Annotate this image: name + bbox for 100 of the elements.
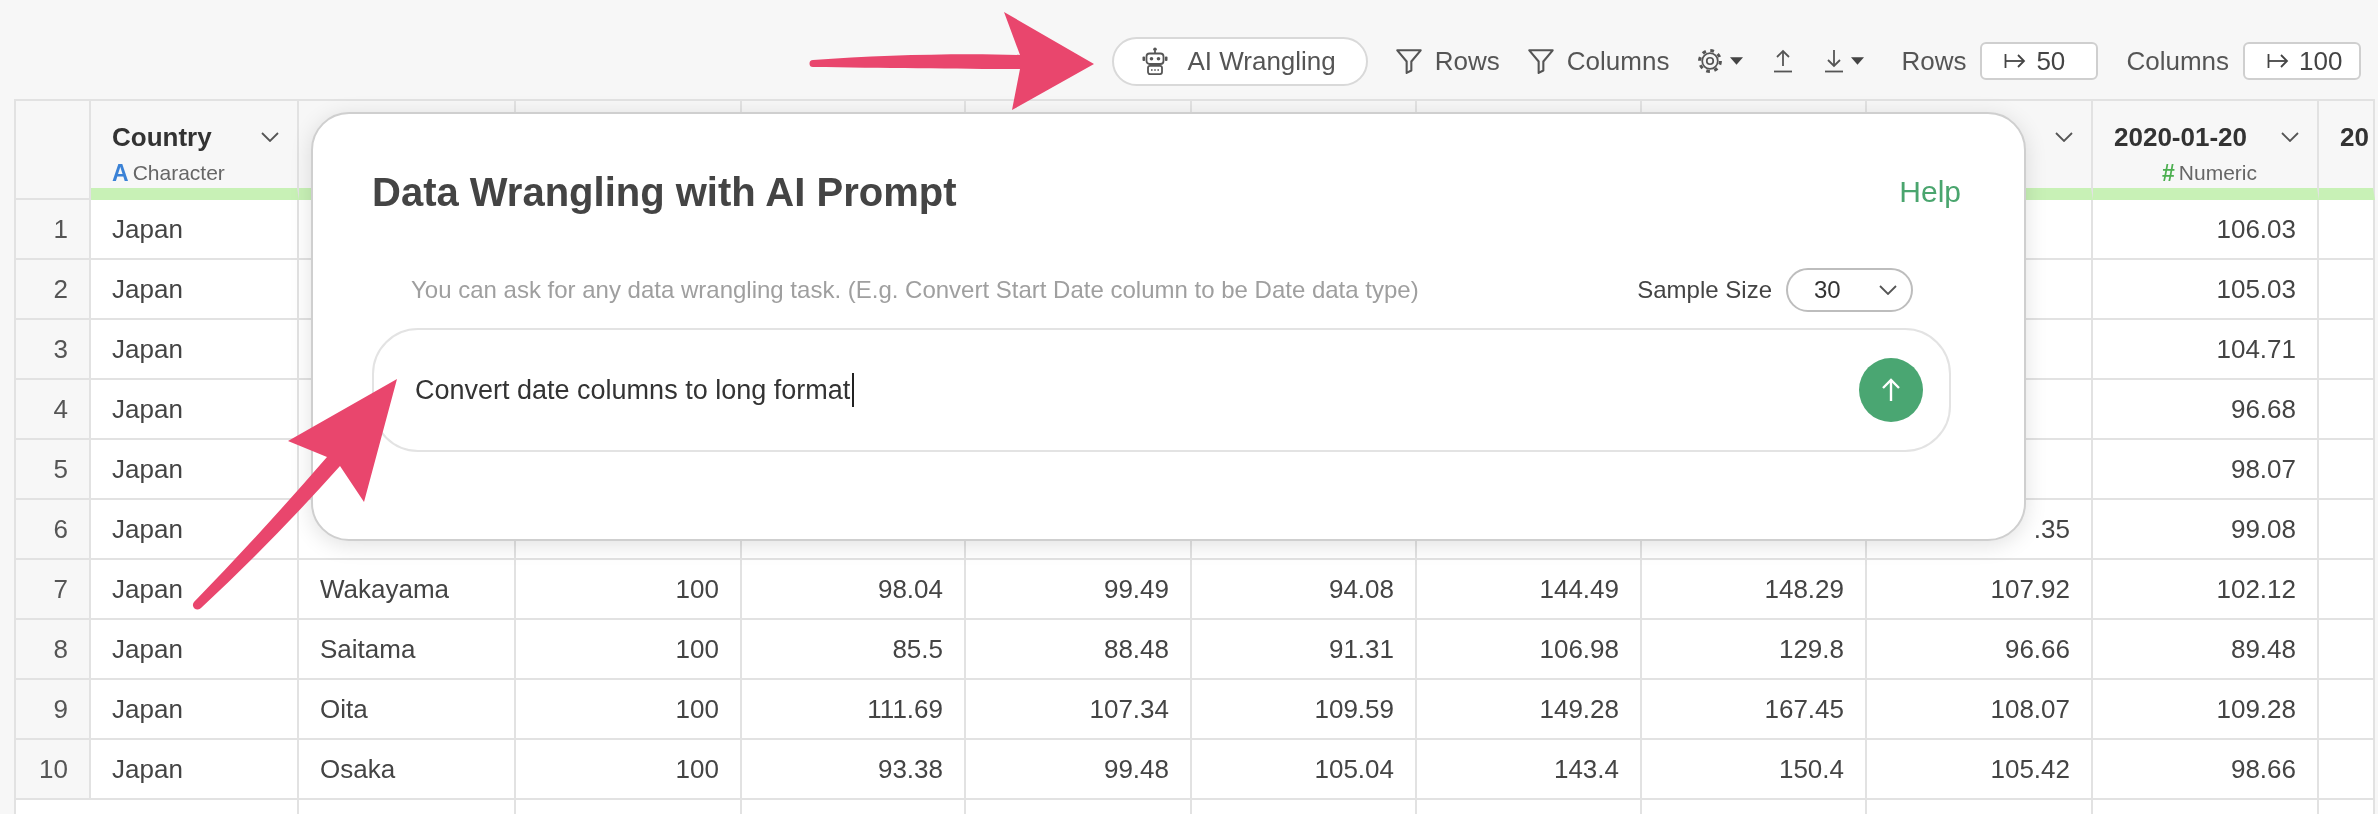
table-cell-text: 129.8 [1777, 632, 1845, 666]
table-cell-text: Japan [111, 692, 184, 726]
filter-button[interactable]: Columns [1527, 45, 1670, 77]
table-cell-text: Japan [111, 212, 184, 246]
table-cell-text: 105.03 [2215, 272, 2297, 306]
row-number: 2 [16, 260, 91, 320]
table-cell-text: 98.07 [2229, 452, 2297, 486]
table-cell-text: Japan [111, 512, 184, 546]
download-icon [1824, 49, 1845, 73]
arrow-from-bar-icon [2004, 53, 2027, 69]
chevron-down-icon[interactable] [2281, 132, 2299, 142]
limit-label: Rows [1901, 45, 1967, 77]
table-cell-text: 99.49 [1102, 572, 1170, 606]
ai-wrangling-button[interactable]: AI Wrangling [1112, 36, 1368, 86]
arrow-up-icon [1881, 378, 1901, 402]
table-cell-text: 102.12 [2215, 572, 2297, 606]
table-cell-text: 98.66 [2229, 752, 2297, 786]
column-type: Character [132, 161, 225, 185]
table-cell-text: 104.71 [2215, 332, 2297, 366]
table-cell-text: 167.45 [1763, 692, 1845, 726]
table-cell-text: Oita [319, 692, 369, 726]
table-cell-text: 96.66 [2003, 632, 2071, 666]
robot-icon [1142, 47, 1169, 75]
row-number: 10 [16, 740, 91, 800]
table-cell-text: Osaka [319, 752, 397, 786]
filter-button[interactable]: Rows [1395, 45, 1500, 77]
row-number: 9 [16, 680, 91, 740]
limit-label: Columns [2126, 45, 2229, 77]
table-cell-text: Japan [111, 272, 184, 306]
row-number: 4 [16, 380, 91, 440]
table-cell-text: 91.31 [1327, 632, 1395, 666]
table-cell-text: 93.38 [876, 752, 944, 786]
table-cell-text: 105.04 [1313, 752, 1395, 786]
column-name: 20 [2340, 121, 2369, 153]
table-cell-text: 107.34 [1088, 692, 1170, 726]
row-number: 7 [16, 560, 91, 620]
table-cell-text: 106.98 [1538, 632, 1620, 666]
type-icon: # [2162, 159, 2175, 187]
table-cell-text: 99.08 [2229, 512, 2297, 546]
table-cell-text: 144.49 [1538, 572, 1620, 606]
row-number: 1 [16, 200, 91, 260]
upload-icon[interactable] [1773, 49, 1794, 73]
filter-icon [1527, 48, 1554, 74]
table-cell-text: 108.07 [1989, 692, 2071, 726]
table-cell-text: 85.5 [891, 632, 944, 666]
table-cell-text: .35 [2032, 512, 2071, 546]
table-cell-text: 143.4 [1552, 752, 1620, 786]
column-name: Country [112, 121, 212, 153]
table-cell-text: 100 [674, 632, 720, 666]
type-icon: A [112, 159, 129, 187]
sample-size-label: Sample Size [1637, 276, 1772, 304]
dialog-title: Data Wrangling with AI Prompt [372, 169, 957, 215]
settings-menu-button[interactable] [1697, 48, 1744, 74]
column-header[interactable]: 20 [2319, 101, 2375, 200]
table-cell-text: Japan [111, 752, 184, 786]
table-cell-text: Japan [111, 392, 184, 426]
caret-icon [1730, 57, 1744, 65]
chevron-down-icon[interactable] [261, 132, 279, 142]
column-name: 2020-01-20 [2114, 121, 2247, 153]
sample-size-select[interactable]: 30 [1786, 268, 1913, 312]
table-cell-text: 100 [674, 572, 720, 606]
table-cell-text: 96.68 [2229, 392, 2297, 426]
table-cell-text: 111.69 [866, 692, 944, 726]
table-cell-text: 149.28 [1538, 692, 1620, 726]
settings-icon [1697, 48, 1724, 74]
row-number: 3 [16, 320, 91, 380]
table-cell-text: 88.48 [1102, 632, 1170, 666]
table-cell-text: 106.03 [2215, 212, 2297, 246]
table-cell-text: Japan [111, 572, 184, 606]
text-cursor-icon [852, 373, 855, 407]
row-number: 6 [16, 500, 91, 560]
table-cell-text: 105.42 [1989, 752, 2071, 786]
table-cell-text: 109.59 [1313, 692, 1395, 726]
table-cell-text: Japan [111, 632, 184, 666]
column-header[interactable]: 2020-01-20 # Numeric [2093, 101, 2319, 200]
column-header[interactable]: Country A Character [91, 101, 299, 200]
table-cell-text: 99.48 [1102, 752, 1170, 786]
arrow-from-bar-icon [2267, 53, 2289, 69]
limit-input[interactable]: 100 [2243, 42, 2361, 80]
row-number: 8 [16, 620, 91, 680]
table-cell-text: 94.08 [1327, 572, 1395, 606]
chevron-down-icon [1879, 285, 1897, 295]
table-cell-text: 150.4 [1777, 752, 1845, 786]
caret-icon [1851, 57, 1865, 65]
table-cell-text: 100 [674, 692, 720, 726]
table-cell-text: Wakayama [319, 572, 451, 606]
table-cell-text: 98.04 [876, 572, 944, 606]
table-cell-text: 89.48 [2229, 632, 2297, 666]
download-menu-button[interactable] [1824, 49, 1865, 73]
table-cell-text: 100 [674, 752, 720, 786]
table-cell-text: 107.92 [1989, 572, 2071, 606]
chevron-down-icon[interactable] [2055, 132, 2073, 142]
table-cell-text: Japan [111, 452, 184, 486]
hint-text: You can ask for any data wrangling task. (E.g. Convert Start Date column to be Date data type) [411, 276, 1419, 304]
table-cell-text: Saitama [319, 632, 417, 666]
table-cell-text: 148.29 [1763, 572, 1845, 606]
table-cell-text: 109.28 [2215, 692, 2297, 726]
prompt-input[interactable]: Convert date columns to long format [372, 328, 1951, 452]
limit-input[interactable]: 50 [1980, 42, 2099, 80]
filter-icon [1395, 48, 1422, 74]
